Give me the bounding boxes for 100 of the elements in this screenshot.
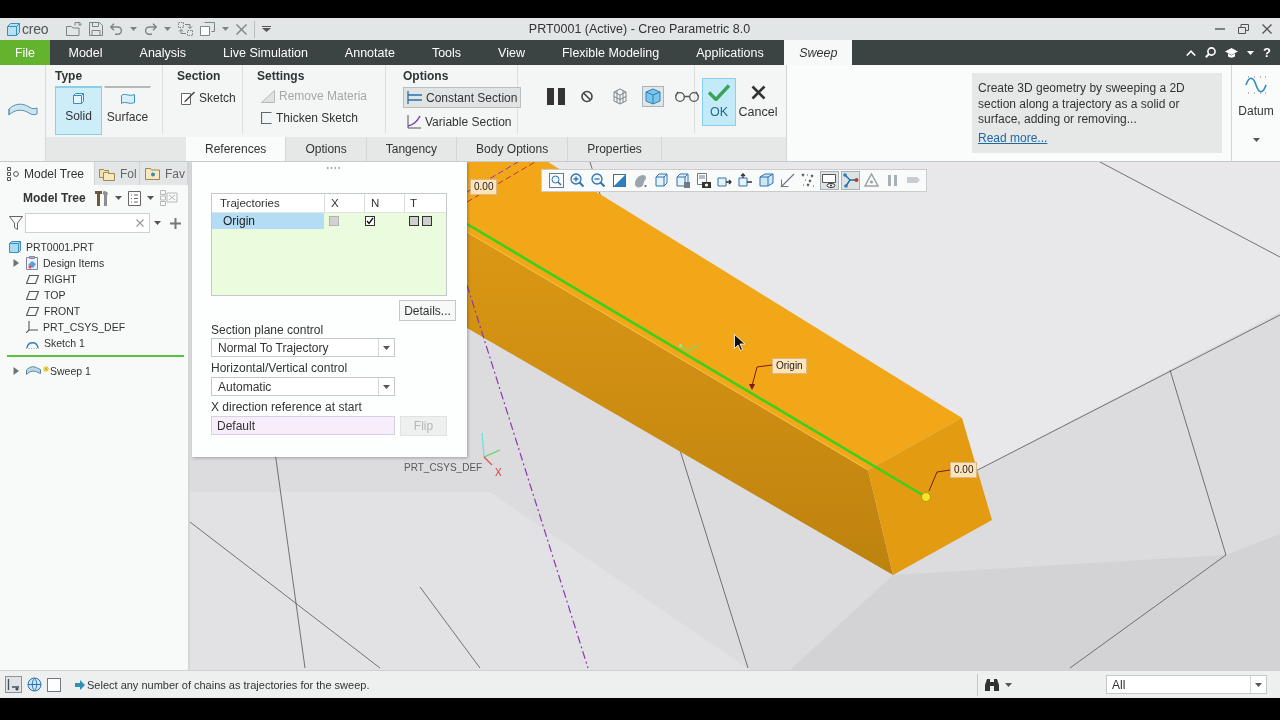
caret-icon[interactable] — [1252, 138, 1260, 142]
caret-icon[interactable] — [383, 345, 390, 350]
ribbon-tab[interactable]: Analysis — [121, 40, 205, 65]
read-more-link[interactable]: Read more... — [978, 130, 1048, 146]
binoculars-icon[interactable] — [984, 677, 1000, 692]
caret-icon[interactable] — [1247, 50, 1255, 55]
ribbon-tab[interactable]: Model — [50, 40, 122, 65]
save-icon[interactable] — [89, 22, 104, 36]
zoom-out-icon[interactable] — [589, 171, 608, 190]
type-option[interactable]: Surface — [104, 86, 151, 135]
checkbox[interactable] — [365, 216, 375, 226]
search-icon[interactable] — [1205, 47, 1217, 58]
ok-button[interactable]: OK — [702, 78, 736, 126]
reference-field[interactable]: Default — [211, 416, 395, 435]
triangle-icon[interactable] — [862, 171, 881, 190]
clear-icon[interactable] — [136, 219, 144, 227]
overlap-windows-icon[interactable] — [200, 22, 216, 36]
wireframe-cube-icon[interactable] — [757, 171, 776, 190]
filter-dropdown[interactable]: All — [1106, 675, 1267, 694]
cube-badge-icon[interactable] — [673, 171, 692, 190]
tree-item[interactable]: PRT0001.PRT — [26, 241, 94, 253]
list-icon[interactable] — [127, 190, 141, 206]
panel-tab[interactable]: Fav — [140, 162, 188, 185]
glasses-icon[interactable] — [675, 90, 699, 102]
caret-icon[interactable] — [1005, 682, 1012, 687]
chevron-up-icon[interactable] — [1186, 49, 1197, 56]
tree-item[interactable]: Sketch 1 — [44, 337, 85, 349]
type-option[interactable]: Solid — [55, 86, 102, 135]
window-icon[interactable] — [47, 677, 61, 692]
ribbon-tab[interactable]: Live Simulation — [204, 40, 327, 65]
filter-icon[interactable] — [9, 216, 23, 230]
datum-button[interactable]: Datum — [1238, 75, 1274, 118]
node-link-icon[interactable] — [841, 171, 860, 190]
shaded-cube-icon[interactable] — [642, 85, 664, 107]
ribbon-tab[interactable]: Sweep — [784, 40, 853, 65]
cancel-button[interactable]: Cancel — [738, 78, 778, 126]
panel-tab[interactable]: Fol — [95, 162, 140, 185]
caret-icon[interactable] — [146, 196, 154, 200]
hammer-wrench-icon[interactable] — [94, 189, 109, 207]
panel-tab[interactable]: Model Tree — [0, 162, 95, 185]
expand-arrow-icon[interactable] — [12, 259, 20, 267]
diagonal-square-icon[interactable] — [610, 171, 629, 190]
sketch-button[interactable]: Sketch — [177, 88, 240, 108]
ribbon-tab[interactable]: View — [479, 40, 544, 65]
section-option[interactable]: Constant Section — [403, 87, 522, 108]
folders-icon[interactable] — [99, 166, 115, 181]
customize-caret-icon[interactable] — [262, 26, 272, 32]
restore-icon[interactable] — [1238, 24, 1249, 34]
redo-icon[interactable] — [144, 23, 158, 35]
panel-tab[interactable]: Tangency — [366, 137, 458, 161]
tree-item[interactable]: Design Items — [43, 257, 105, 269]
screen-eye-icon[interactable] — [820, 171, 839, 190]
zoom-fit-icon[interactable] — [547, 171, 566, 190]
tree-item[interactable]: RIGHT — [44, 273, 77, 285]
ribbon-tab[interactable]: Annotate — [326, 40, 414, 65]
panel-tab[interactable]: Properties — [568, 137, 662, 161]
plus-icon[interactable] — [170, 217, 181, 229]
globe-icon[interactable] — [26, 676, 43, 693]
diagonal-arrow-icon[interactable] — [778, 171, 797, 190]
details-button[interactable]: Details... — [399, 300, 456, 321]
open-folder-icon[interactable] — [66, 22, 83, 36]
swap-arrows-icon[interactable] — [178, 22, 194, 36]
camera-sheet-icon[interactable] — [694, 171, 713, 190]
ribbon-tab[interactable]: Applications — [677, 40, 783, 65]
dropdown[interactable]: Normal To Trajectory — [211, 338, 395, 357]
ribbon-tab[interactable]: Flexible Modeling — [543, 40, 678, 65]
panel-tab[interactable]: Body Options — [457, 137, 569, 161]
cube-icon[interactable] — [652, 171, 671, 190]
caret-icon[interactable] — [154, 221, 161, 225]
search-field[interactable] — [25, 213, 150, 233]
tree-item[interactable]: FRONT — [44, 305, 81, 317]
zoom-in-icon[interactable] — [568, 171, 587, 190]
setting-toggle[interactable]: Thicken Sketch — [257, 108, 363, 128]
cube-up-arrow-icon[interactable] — [736, 171, 755, 190]
help-button[interactable]: ? — [1263, 45, 1271, 60]
caret-icon[interactable] — [1255, 682, 1262, 687]
expand-arrow-icon[interactable] — [12, 367, 20, 375]
checkbox[interactable] — [409, 216, 419, 226]
dimension-label: 0.00 — [950, 462, 978, 478]
tree-item[interactable]: TOP — [44, 289, 66, 301]
panel-tab[interactable]: References — [186, 137, 287, 161]
close-icon[interactable] — [1262, 24, 1272, 34]
close-window-icon[interactable] — [236, 23, 248, 35]
tree-structure-icon[interactable] — [7, 166, 19, 181]
pause-icon[interactable] — [547, 87, 565, 105]
section-option[interactable]: Variable Section — [403, 111, 516, 132]
panel-toggle-icon[interactable] — [5, 676, 22, 693]
cursor-icon — [734, 334, 745, 351]
tree-item[interactable]: Sweep 1 — [50, 365, 91, 377]
panel-tab[interactable]: Options — [286, 137, 367, 161]
dropdown[interactable]: Automatic — [211, 377, 395, 396]
graduation-cap-icon[interactable] — [1225, 47, 1239, 58]
caret-icon[interactable] — [383, 384, 390, 389]
checkbox[interactable] — [422, 216, 432, 226]
table-cell[interactable]: Origin — [212, 213, 324, 229]
curved-strip-icon — [26, 366, 41, 376]
undo-icon[interactable] — [110, 23, 124, 35]
caret-icon[interactable] — [114, 196, 122, 200]
ribbon-tab[interactable]: Tools — [413, 40, 480, 65]
tree-item[interactable]: PRT_CSYS_DEF — [43, 321, 126, 333]
